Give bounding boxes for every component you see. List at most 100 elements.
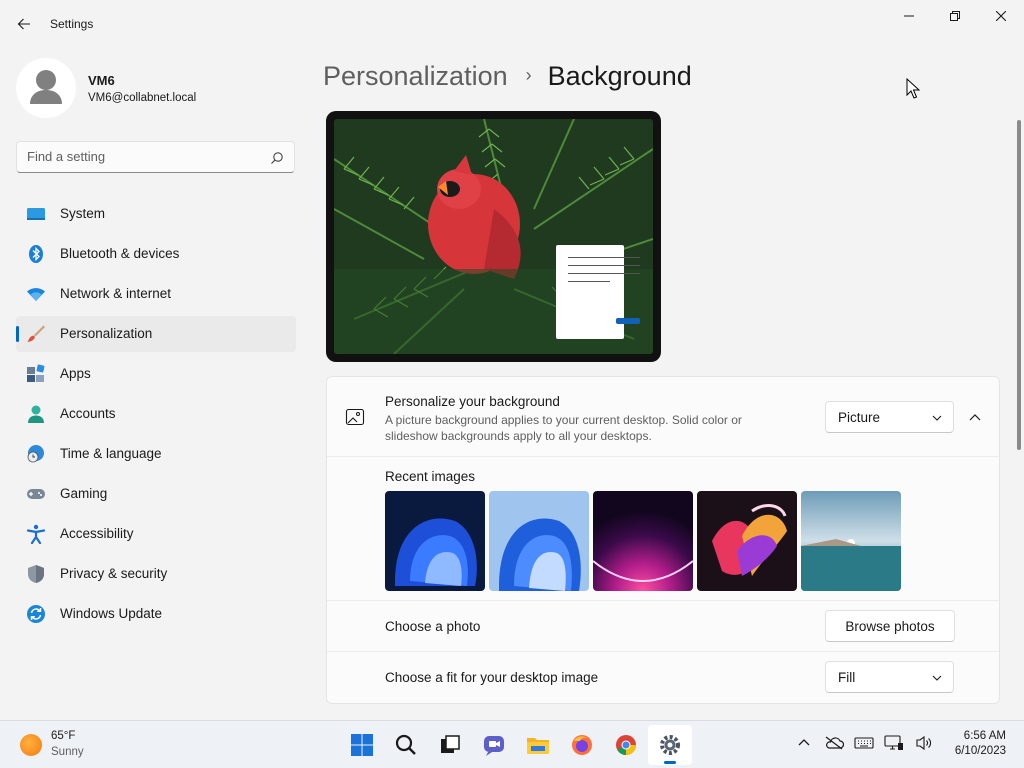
- sidebar-item-label: Bluetooth & devices: [60, 246, 180, 261]
- globe-clock-icon: [26, 444, 46, 464]
- chat-icon: [484, 736, 504, 756]
- sidebar-item-network[interactable]: Network & internet: [16, 276, 296, 312]
- background-type-dropdown[interactable]: Picture: [825, 401, 954, 433]
- person-icon: [30, 70, 62, 104]
- task-view-icon: [441, 735, 460, 753]
- breadcrumb-parent[interactable]: Personalization: [323, 61, 508, 92]
- weather-condition: Sunny: [51, 746, 84, 758]
- chevron-up-icon[interactable]: [794, 733, 814, 753]
- wifi-icon: [26, 284, 46, 304]
- sidebar-item-bluetooth[interactable]: Bluetooth & devices: [16, 236, 296, 272]
- sidebar-item-gaming[interactable]: Gaming: [16, 476, 296, 512]
- preview-window-mockup: [556, 245, 640, 339]
- system-icon: [26, 204, 46, 224]
- recent-images-label: Recent images: [385, 469, 476, 484]
- settings-icon: [660, 735, 680, 755]
- taskbar-apps: [340, 725, 692, 765]
- clock-time: 6:56 AM: [963, 730, 1006, 742]
- sidebar-item-personalization[interactable]: Personalization: [16, 316, 296, 352]
- sidebar-item-label: Accessibility: [60, 526, 134, 541]
- background-settings-card: Personalize your background A picture ba…: [326, 376, 1000, 704]
- sidebar-item-time-language[interactable]: Time & language: [16, 436, 296, 472]
- search-box[interactable]: [16, 141, 295, 173]
- recent-images-section: Recent images: [327, 457, 999, 601]
- sidebar-item-accounts[interactable]: Accounts: [16, 396, 296, 432]
- sidebar-item-label: System: [60, 206, 106, 221]
- update-icon: [26, 604, 46, 624]
- clock-date: 6/10/2023: [954, 745, 1006, 757]
- keyboard-icon[interactable]: [854, 733, 874, 753]
- chevron-up-icon[interactable]: [965, 407, 985, 427]
- sidebar-item-label: Gaming: [60, 486, 108, 501]
- taskbar-search-button[interactable]: [384, 725, 428, 765]
- sidebar-item-privacy[interactable]: Privacy & security: [16, 556, 296, 592]
- settings-taskbar-button[interactable]: [648, 725, 692, 765]
- title-bar: Settings: [0, 0, 1024, 48]
- app-title: Settings: [50, 17, 94, 31]
- recent-image-4[interactable]: [697, 491, 797, 591]
- start-button[interactable]: [340, 725, 384, 765]
- firefox-button[interactable]: [560, 725, 604, 765]
- user-profile[interactable]: VM6 VM6@collabnet.local: [16, 58, 296, 118]
- volume-icon[interactable]: [914, 733, 934, 753]
- sidebar-item-accessibility[interactable]: Accessibility: [16, 516, 296, 552]
- avatar: [16, 58, 76, 118]
- accessibility-icon: [26, 524, 46, 544]
- sidebar-item-system[interactable]: System: [16, 196, 296, 232]
- chat-button[interactable]: [472, 725, 516, 765]
- dropdown-value: Picture: [838, 410, 881, 425]
- shield-icon: [26, 564, 46, 584]
- sidebar-item-label: Privacy & security: [60, 566, 168, 581]
- desktop-preview: [326, 111, 661, 362]
- recent-image-3[interactable]: [593, 491, 693, 591]
- scrollbar[interactable]: [1017, 120, 1021, 450]
- brush-icon: [26, 324, 46, 344]
- restore-button[interactable]: [932, 0, 978, 32]
- search-input[interactable]: [27, 149, 257, 164]
- choose-photo-row: Choose a photo Browse photos: [327, 601, 999, 652]
- choose-photo-label: Choose a photo: [385, 619, 481, 634]
- chrome-button[interactable]: [604, 725, 648, 765]
- card-description: A picture background applies to your cur…: [385, 413, 742, 443]
- breadcrumb-separator: ›: [525, 64, 532, 85]
- file-explorer-icon: [527, 738, 549, 754]
- fit-row: Choose a fit for your desktop image Fill: [327, 652, 999, 703]
- minimize-icon: [904, 15, 914, 17]
- recent-image-2[interactable]: [489, 491, 589, 591]
- sidebar-item-apps[interactable]: Apps: [16, 356, 296, 392]
- breadcrumb: Personalization › Background: [323, 58, 692, 94]
- recent-image-5[interactable]: [801, 491, 901, 591]
- sidebar-item-windows-update[interactable]: Windows Update: [16, 596, 296, 632]
- sidebar-item-label: Windows Update: [60, 606, 163, 621]
- sidebar-item-label: Personalization: [60, 326, 153, 341]
- recent-images-list: [385, 491, 901, 591]
- recent-image-1[interactable]: [385, 491, 485, 591]
- task-view-button[interactable]: [428, 725, 472, 765]
- file-explorer-button[interactable]: [516, 725, 560, 765]
- apps-icon: [26, 364, 46, 384]
- onedrive-icon[interactable]: [824, 733, 844, 753]
- close-button[interactable]: [978, 0, 1024, 32]
- chevron-down-icon: [932, 415, 942, 421]
- back-arrow-icon: [17, 18, 30, 30]
- network-icon[interactable]: [884, 733, 904, 753]
- search-icon: [395, 734, 416, 755]
- sun-icon: [20, 734, 42, 756]
- taskbar-clock[interactable]: 6:56 AM 6/10/2023: [940, 730, 1006, 757]
- fit-label: Choose a fit for your desktop image: [385, 670, 599, 685]
- minimize-button[interactable]: [886, 0, 932, 32]
- start-icon: [351, 734, 373, 756]
- firefox-icon: [572, 735, 592, 755]
- fit-dropdown[interactable]: Fill: [825, 661, 954, 693]
- search-icon[interactable]: [270, 151, 284, 165]
- browse-photos-button[interactable]: Browse photos: [825, 610, 955, 642]
- dropdown-value: Fill: [838, 670, 856, 685]
- picture-icon: [345, 408, 365, 426]
- sidebar-item-label: Apps: [60, 366, 91, 381]
- user-name: VM6: [88, 73, 115, 88]
- page-title: Background: [547, 60, 692, 91]
- user-email: VM6@collabnet.local: [88, 92, 197, 104]
- back-button[interactable]: [10, 10, 38, 38]
- personalize-background-row[interactable]: Personalize your background A picture ba…: [327, 377, 999, 457]
- card-title: Personalize your background: [385, 394, 560, 409]
